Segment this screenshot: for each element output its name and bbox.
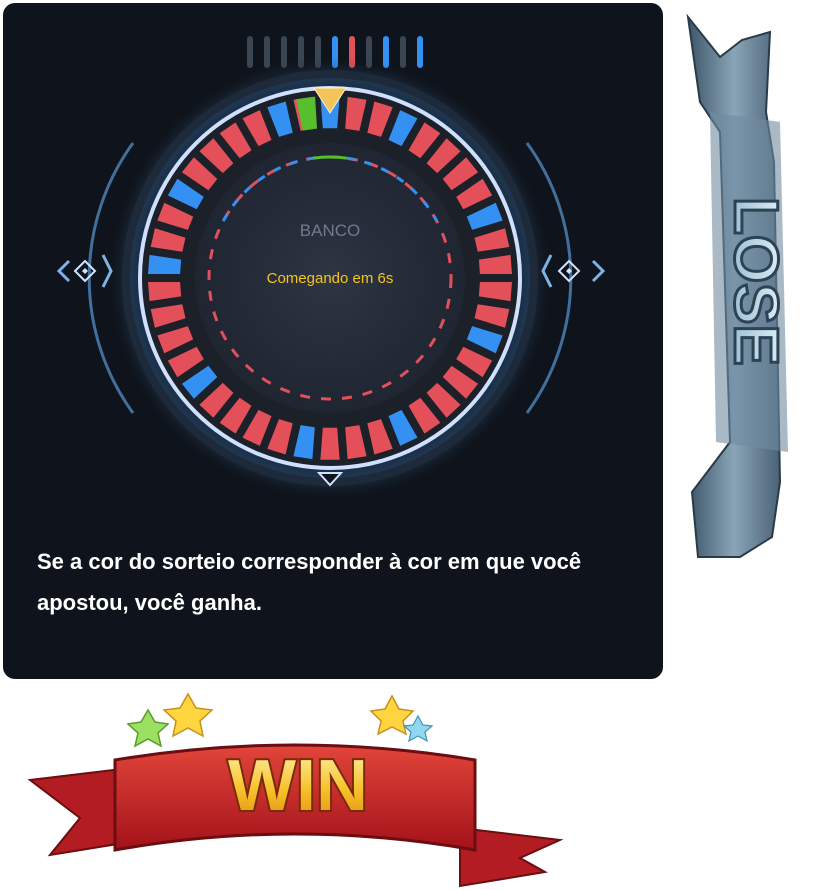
star-green-icon [126, 708, 170, 748]
win-banner: WIN [27, 692, 564, 888]
wheel-segment [320, 427, 340, 460]
wheel-label: BANCO [300, 221, 360, 240]
win-label: WIN [228, 746, 368, 826]
rules-text: Se a cor do sorteio corresponder à cor e… [37, 549, 582, 615]
left-diamond-ornament [56, 254, 113, 288]
game-panel: BANCO Comegando em 6s Se a cor do sortei… [3, 3, 663, 679]
star-gold-left-icon [162, 692, 214, 738]
star-blue-icon [402, 714, 434, 743]
roulette-wheel: BANCO Comegando em 6s [56, 56, 606, 500]
lose-banner: LOSE [686, 13, 792, 558]
inner-green-arc [312, 155, 348, 160]
countdown-text: Comegando em 6s [267, 270, 394, 287]
right-diamond-ornament [541, 254, 606, 288]
lose-label: LOSE [721, 197, 790, 366]
